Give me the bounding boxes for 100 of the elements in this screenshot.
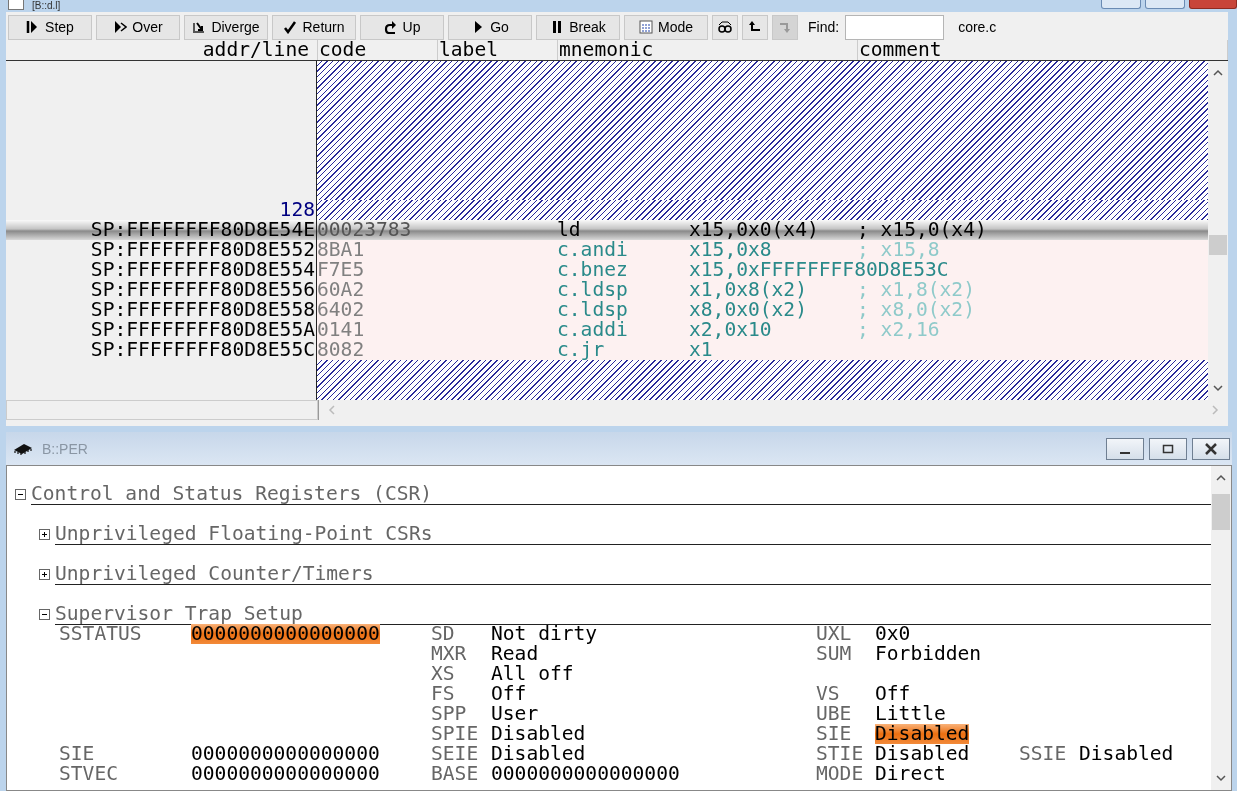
close-icon — [1204, 442, 1218, 455]
field-value: Disabled — [875, 724, 970, 744]
column-header[interactable]: mnemonic — [558, 40, 858, 60]
field-value: Off — [491, 684, 527, 704]
window-title: B::PER — [42, 440, 88, 457]
opcode: 60A2 — [317, 278, 365, 301]
field-name: UXL — [816, 624, 853, 644]
operands: x15,0x8 — [689, 238, 772, 261]
scroll-down-icon[interactable] — [1212, 382, 1224, 394]
toolbar-button[interactable]: Up — [360, 14, 444, 40]
toolbar-button[interactable]: Return — [272, 14, 356, 40]
register-value[interactable]: 0000000000000000 — [191, 624, 380, 644]
toolbar-button[interactable]: Diverge — [184, 14, 268, 40]
toolbar-button[interactable]: Go — [448, 14, 532, 40]
mnemonic: ld — [557, 218, 581, 241]
expand-icon[interactable] — [39, 568, 50, 580]
field-value: Disabled — [1079, 744, 1174, 764]
field-name: FS — [431, 684, 456, 704]
column-header[interactable]: comment — [858, 40, 1228, 60]
register-name: SSTATUS — [59, 624, 142, 644]
comment: ; x2,16 — [857, 318, 940, 341]
field-value: Read — [491, 644, 539, 664]
expand-icon[interactable] — [39, 528, 50, 540]
register-value[interactable]: 0000000000000000 — [191, 764, 380, 784]
field-name: SD — [431, 624, 456, 644]
back-arrow-button[interactable] — [742, 14, 768, 40]
scrollbar-thumb[interactable] — [1209, 235, 1227, 255]
find-label: Find: — [808, 19, 840, 35]
close-button[interactable] — [1192, 437, 1230, 460]
field-name: SUM — [816, 644, 853, 664]
operands: x8,0x0(x2) — [689, 298, 807, 321]
field-name: STIE — [816, 744, 865, 764]
field-value: User — [491, 704, 539, 724]
up-arrow-icon — [383, 20, 398, 34]
field-value: Disabled — [491, 744, 586, 764]
field-value: Direct — [875, 764, 946, 784]
address: SP:FFFFFFFF80D8E55C — [90, 338, 315, 361]
toolbar-button[interactable]: Mode — [624, 14, 708, 40]
maximize-button[interactable] — [1149, 437, 1187, 460]
forward-arrow-icon — [778, 20, 792, 34]
toolbar-button[interactable]: Break — [536, 14, 620, 40]
return-icon — [283, 20, 298, 34]
collapse-icon[interactable] — [15, 488, 26, 500]
field-value: Disabled — [875, 744, 970, 764]
field-name: UBE — [816, 704, 853, 724]
address: SP:FFFFFFFF80D8E556 — [90, 278, 315, 301]
column-header[interactable]: addr/line — [6, 40, 318, 60]
field-value: 0x0 — [875, 624, 911, 644]
section-heading[interactable]: Unprivileged Counter/Timers — [55, 563, 1211, 585]
register-value[interactable]: 0000000000000000 — [191, 744, 380, 764]
operands: x15,0x0(x4) — [689, 218, 819, 241]
field-name: SPIE — [431, 724, 480, 744]
field-value: Disabled — [491, 724, 586, 744]
minimize-button[interactable] — [1106, 437, 1144, 460]
operands: x1,0x8(x2) — [689, 278, 807, 301]
find-field[interactable] — [845, 14, 945, 40]
field-name: BASE — [431, 764, 480, 784]
address: SP:FFFFFFFF80D8E558 — [90, 298, 315, 321]
mnemonic: c.andi — [557, 238, 628, 261]
minimize-icon — [1120, 451, 1130, 454]
toolbar-button[interactable]: Over — [96, 14, 180, 40]
field-name: SPP — [431, 704, 468, 724]
field-name: SEIE — [431, 744, 480, 764]
operands: x2,0x10 — [689, 318, 772, 341]
mnemonic: c.ldsp — [557, 278, 628, 301]
mode-icon — [639, 20, 653, 34]
glasses-button[interactable] — [712, 14, 738, 40]
field-value: Not dirty — [491, 624, 598, 644]
field-value: Little — [875, 704, 946, 724]
section-heading[interactable]: Unprivileged Floating-Point CSRs — [55, 523, 1211, 545]
scroll-down-icon[interactable] — [1215, 772, 1227, 784]
mnemonic: c.jr — [557, 338, 605, 361]
comment: ; x15,8 — [857, 238, 940, 261]
field-value: 0000000000000000 — [491, 764, 680, 784]
toolbar-button[interactable]: Step — [8, 14, 92, 40]
opcode: 6402 — [317, 298, 365, 321]
diverge-icon — [192, 20, 207, 34]
window-icon — [8, 0, 24, 10]
register-name: SIE — [59, 744, 96, 764]
operands: x15,0xFFFFFFFF80D8E53C — [689, 258, 949, 281]
file-name: core.c — [958, 19, 997, 35]
operands: x1 — [689, 338, 713, 361]
maximize-icon — [1162, 443, 1174, 454]
collapse-icon[interactable] — [39, 608, 50, 620]
field-name: SSIE — [1019, 744, 1068, 764]
section-heading[interactable]: Control and Status Registers (CSR) — [31, 483, 1211, 505]
field-value: Off — [875, 684, 911, 704]
line-number: 128 — [278, 200, 315, 220]
comment: ; x15,0(x4) — [857, 218, 987, 241]
field-name: MODE — [816, 764, 865, 784]
scrollbar-thumb[interactable] — [1212, 494, 1230, 530]
register-name: STVEC — [59, 764, 119, 784]
column-header[interactable]: code — [318, 40, 438, 60]
address: SP:FFFFFFFF80D8E554 — [90, 258, 315, 281]
address: SP:FFFFFFFF80D8E54E — [90, 218, 315, 241]
field-value: Forbidden — [875, 644, 982, 664]
opcode: 8BA1 — [317, 238, 365, 261]
comment: ; x1,8(x2) — [857, 278, 975, 301]
column-header[interactable]: label — [438, 40, 558, 60]
mnemonic: c.bnez — [557, 258, 628, 281]
